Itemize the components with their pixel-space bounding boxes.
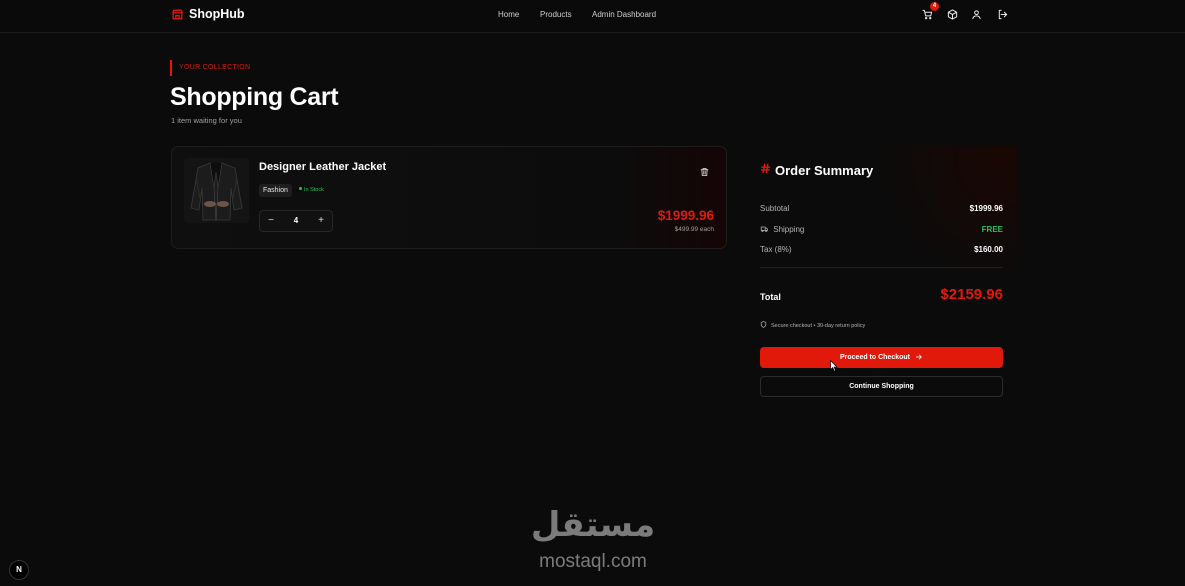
brand-name: ShopHub (189, 7, 245, 21)
subtotal-value: $1999.96 (969, 204, 1003, 213)
stock-dot-icon (299, 187, 302, 190)
page-subtitle: 1 item waiting for you (171, 116, 242, 125)
cart-count-badge: 4 (930, 2, 939, 11)
watermark-arabic-text: مستقل (530, 505, 656, 545)
nav-link-admin-dashboard[interactable]: Admin Dashboard (592, 10, 656, 19)
mouse-cursor-icon (830, 359, 838, 372)
continue-button-label: Continue Shopping (849, 383, 914, 390)
remove-item-trash-icon[interactable] (700, 164, 709, 176)
product-name[interactable]: Designer Leather Jacket (259, 161, 386, 173)
tax-value: $160.00 (974, 245, 1003, 254)
tax-row: Tax (8%) $160.00 (760, 245, 1003, 254)
shield-icon (760, 321, 767, 330)
subtotal-row: Subtotal $1999.96 (760, 204, 1003, 213)
top-navbar: ShopHub Home Products Admin Dashboard 4 (0, 0, 1185, 33)
nav-link-products[interactable]: Products (540, 10, 572, 19)
item-total-price: $1999.96 (657, 208, 714, 223)
logout-icon[interactable] (997, 9, 1008, 20)
shipping-label: Shipping (773, 225, 805, 234)
secure-note-text: Secure checkout • 30-day return policy (771, 322, 866, 329)
stock-status-label: In Stock (304, 187, 324, 193)
total-label: Total (760, 292, 781, 302)
shipping-row: Shipping FREE (760, 225, 1003, 235)
quantity-stepper: − 4 + (259, 210, 333, 232)
store-icon (171, 8, 184, 21)
package-icon[interactable] (947, 9, 958, 20)
quantity-value: 4 (293, 216, 299, 225)
subtotal-label: Subtotal (760, 204, 790, 213)
eyebrow-accent-bar (170, 60, 172, 76)
watermark-english-text: mostaql.com (539, 551, 647, 572)
arrow-right-icon (915, 353, 923, 363)
truck-icon (760, 225, 769, 235)
tax-label: Tax (8%) (760, 245, 792, 254)
brand-logo[interactable]: ShopHub (171, 7, 245, 21)
nextjs-dev-badge[interactable]: N (9, 560, 29, 580)
increase-quantity-button[interactable]: + (310, 211, 332, 231)
eyebrow-label: YOUR COLLECTION (179, 64, 251, 71)
hash-icon (760, 161, 771, 179)
stock-status: In Stock (299, 187, 324, 193)
order-summary-panel: Order Summary Subtotal $1999.96 Shipping… (745, 146, 1017, 416)
secure-checkout-note: Secure checkout • 30-day return policy (760, 321, 865, 330)
category-badge: Fashion (259, 184, 292, 197)
page-title: Shopping Cart (170, 83, 339, 111)
cart-icon[interactable] (922, 9, 933, 20)
cart-item-card: Designer Leather Jacket Fashion In Stock… (171, 146, 727, 249)
shipping-value: FREE (981, 225, 1003, 234)
summary-title: Order Summary (775, 162, 874, 178)
product-image-leather-jacket[interactable] (184, 158, 249, 223)
checkout-button-label: Proceed to Checkout (839, 354, 910, 361)
item-unit-price: $499.99 each (674, 226, 714, 233)
decrease-quantity-button[interactable]: − (260, 211, 282, 231)
total-value: $2159.96 (940, 286, 1003, 303)
continue-shopping-button[interactable]: Continue Shopping (760, 376, 1003, 397)
user-icon[interactable] (971, 9, 982, 20)
proceed-to-checkout-button[interactable]: Proceed to Checkout (760, 347, 1003, 368)
mostaql-watermark: مستقل mostaql.com (518, 505, 668, 575)
summary-divider (760, 267, 1003, 268)
nav-link-home[interactable]: Home (498, 10, 519, 19)
